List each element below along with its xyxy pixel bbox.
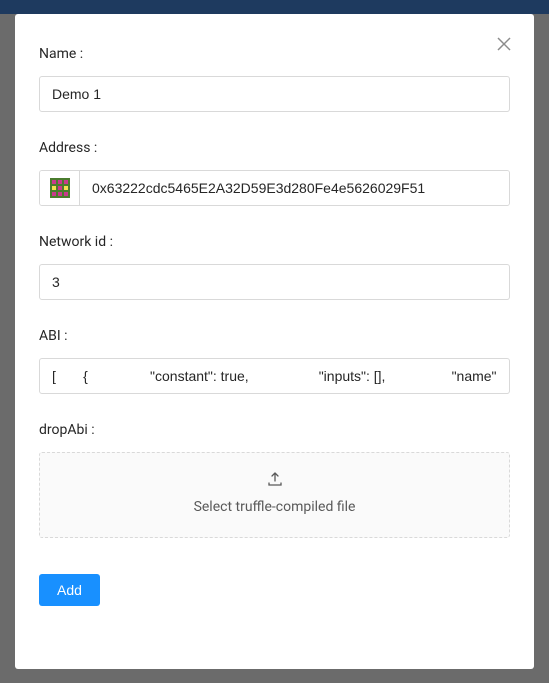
dropabi-label: dropAbi : [39, 422, 510, 438]
name-label: Name : [39, 46, 510, 62]
networkid-group: Network id : [39, 234, 510, 300]
dropzone-text: Select truffle-compiled file [194, 499, 356, 515]
name-group: Name : [39, 46, 510, 112]
header-strip [0, 0, 549, 14]
close-icon [497, 37, 511, 51]
address-wrapper [39, 170, 510, 206]
address-input[interactable] [80, 171, 509, 205]
networkid-label: Network id : [39, 234, 510, 250]
abi-label: ABI : [39, 328, 510, 344]
address-group: Address : [39, 140, 510, 206]
abi-group: ABI : [39, 328, 510, 394]
add-button[interactable]: Add [39, 574, 100, 606]
upload-icon [267, 471, 283, 491]
address-label: Address : [39, 140, 510, 156]
dropabi-group: dropAbi : Select truffle-compiled file [39, 422, 510, 538]
abi-input[interactable] [39, 358, 510, 394]
dropzone[interactable]: Select truffle-compiled file [39, 452, 510, 538]
name-input[interactable] [39, 76, 510, 112]
address-identicon-icon [50, 178, 70, 198]
close-button[interactable] [494, 34, 514, 54]
modal-dialog: Name : Address : [15, 14, 534, 669]
identicon-box [40, 171, 80, 205]
networkid-input[interactable] [39, 264, 510, 300]
